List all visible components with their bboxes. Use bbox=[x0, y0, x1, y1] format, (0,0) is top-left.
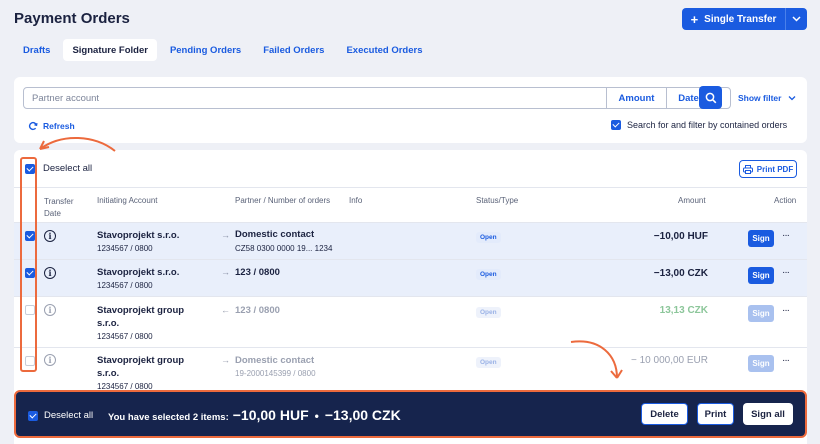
search-button[interactable] bbox=[699, 86, 722, 109]
refresh-icon bbox=[28, 121, 38, 131]
bottom-select-all-checkbox[interactable] bbox=[28, 410, 38, 421]
deselect-all-label: Deselect all bbox=[43, 163, 93, 174]
column-transfer-date: Transfer Date bbox=[44, 197, 74, 218]
sign-button[interactable]: Sign bbox=[748, 230, 774, 247]
refresh-label: Refresh bbox=[43, 121, 75, 131]
select-all-checkbox[interactable] bbox=[25, 163, 35, 174]
info-icon[interactable]: i bbox=[44, 304, 56, 316]
tab-drafts[interactable]: Drafts bbox=[14, 39, 59, 61]
partner-name: Domestic contact bbox=[235, 229, 315, 240]
refresh-button[interactable]: Refresh bbox=[28, 121, 75, 131]
column-partner: Partner / Number of orders bbox=[235, 196, 331, 205]
row-amount: −10,00 HUF bbox=[653, 231, 708, 242]
partner-name: 123 / 0800 bbox=[235, 305, 280, 316]
single-transfer-main[interactable]: + Single Transfer bbox=[682, 8, 785, 30]
table-row[interactable]: i Stavoprojekt s.r.o. 1234567 / 0800 → 1… bbox=[14, 260, 807, 297]
initiating-account-number: 1234567 / 0800 bbox=[97, 281, 153, 290]
info-icon[interactable]: i bbox=[44, 230, 56, 242]
tab-executed-orders[interactable]: Executed Orders bbox=[337, 39, 431, 61]
column-amount: Amount bbox=[678, 196, 706, 205]
more-options-icon[interactable]: ··· bbox=[782, 267, 790, 278]
bottom-deselect-all-label: Deselect all bbox=[44, 410, 94, 421]
arrow-right-icon: → bbox=[221, 267, 230, 277]
more-options-icon[interactable]: ··· bbox=[782, 355, 790, 366]
sign-button[interactable]: Sign bbox=[748, 267, 774, 284]
initiating-account-name: Stavoprojekt s.r.o. bbox=[97, 230, 180, 241]
tab-failed-orders[interactable]: Failed Orders bbox=[254, 39, 333, 61]
partner-name: Domestic contact bbox=[235, 355, 315, 366]
sign-button[interactable]: Sign bbox=[748, 305, 774, 322]
row-amount: − 10 000,00 EUR bbox=[631, 355, 708, 366]
initiating-account-name: Stavoprojekt group s.r.o. bbox=[97, 305, 185, 329]
print-pdf-label: Print PDF bbox=[756, 164, 794, 174]
filter-card: Amount Date Show filter Refresh Search f… bbox=[14, 77, 807, 143]
tab-pending-orders[interactable]: Pending Orders bbox=[161, 39, 250, 61]
chevron-down-icon bbox=[788, 96, 796, 101]
status-badge: Open bbox=[476, 357, 501, 368]
chevron-down-icon[interactable] bbox=[785, 8, 807, 30]
status-badge: Open bbox=[476, 307, 501, 318]
partner-name: 123 / 0800 bbox=[235, 267, 280, 278]
row-checkbox[interactable] bbox=[25, 356, 35, 366]
initiating-account-name: Stavoprojekt s.r.o. bbox=[97, 267, 180, 278]
initiating-account-number: 1234567 / 0800 bbox=[97, 332, 153, 341]
column-info: Info bbox=[349, 196, 363, 205]
status-badge: Open bbox=[476, 269, 501, 280]
selection-summary: You have selected 2 items: −10,00 HUF • … bbox=[108, 407, 401, 423]
info-icon[interactable]: i bbox=[44, 354, 56, 366]
selected-total-czk: −13,00 CZK bbox=[324, 407, 401, 423]
initiating-account-name: Stavoprojekt group s.r.o. bbox=[97, 355, 185, 379]
row-amount: −13,00 CZK bbox=[653, 268, 708, 279]
column-initiating-account: Initiating Account bbox=[97, 196, 158, 205]
contained-orders-option[interactable]: Search for and filter by contained order… bbox=[611, 120, 787, 130]
delete-button[interactable]: Delete bbox=[641, 403, 688, 425]
row-checkbox[interactable] bbox=[25, 268, 35, 278]
plus-icon: + bbox=[690, 11, 699, 27]
selected-count-text: You have selected 2 items: bbox=[108, 412, 229, 423]
tab-signature-folder[interactable]: Signature Folder bbox=[63, 39, 157, 61]
arrow-right-icon: → bbox=[221, 355, 230, 365]
bottom-deselect-all[interactable]: Deselect all bbox=[28, 410, 93, 421]
partner-number: CZ58 0300 0000 19... 1234 bbox=[235, 244, 333, 253]
show-filter-label: Show filter bbox=[738, 93, 782, 103]
search-bar: Amount Date bbox=[23, 87, 731, 109]
selected-total-huf: −10,00 HUF bbox=[232, 407, 309, 423]
amount-filter-button[interactable]: Amount bbox=[606, 88, 666, 108]
print-pdf-button[interactable]: Print PDF bbox=[739, 160, 797, 178]
column-status: Status/Type bbox=[476, 196, 519, 205]
print-button[interactable]: Print bbox=[697, 403, 734, 425]
page-title: Payment Orders bbox=[14, 10, 130, 27]
column-action: Action bbox=[774, 196, 797, 205]
more-options-icon[interactable]: ··· bbox=[782, 305, 790, 316]
contained-orders-checkbox[interactable] bbox=[611, 120, 621, 130]
status-badge: Open bbox=[476, 232, 501, 243]
table-header: Transfer Date Initiating Account Partner… bbox=[14, 187, 807, 223]
row-amount: 13,13 CZK bbox=[659, 305, 708, 316]
table-row[interactable]: i Stavoprojekt s.r.o. 1234567 / 0800 → D… bbox=[14, 223, 807, 260]
arrow-right-icon: → bbox=[221, 230, 230, 240]
contained-orders-label: Search for and filter by contained order… bbox=[627, 120, 788, 130]
partner-account-input[interactable] bbox=[24, 88, 606, 108]
initiating-account-number: 1234567 / 0800 bbox=[97, 244, 153, 253]
selection-action-bar: Deselect all You have selected 2 items: … bbox=[14, 390, 807, 438]
single-transfer-button[interactable]: + Single Transfer bbox=[682, 8, 807, 30]
table-row[interactable]: i Stavoprojekt group s.r.o. 1234567 / 08… bbox=[14, 297, 807, 348]
sign-button[interactable]: Sign bbox=[748, 355, 774, 372]
deselect-all-option[interactable]: Deselect all bbox=[25, 163, 92, 174]
partner-number: 19-2000145399 / 0800 bbox=[235, 369, 316, 378]
search-icon bbox=[705, 92, 716, 103]
row-checkbox[interactable] bbox=[25, 231, 35, 241]
tabs: Drafts Signature Folder Pending Orders F… bbox=[14, 39, 436, 61]
single-transfer-label: Single Transfer bbox=[704, 13, 777, 25]
printer-icon bbox=[742, 164, 753, 174]
total-separator: • bbox=[314, 409, 319, 423]
info-icon[interactable]: i bbox=[44, 267, 56, 279]
sign-all-button[interactable]: Sign all bbox=[743, 403, 793, 425]
show-filter-button[interactable]: Show filter bbox=[738, 93, 796, 103]
more-options-icon[interactable]: ··· bbox=[782, 230, 790, 241]
arrow-left-icon: ← bbox=[221, 305, 230, 315]
row-checkbox[interactable] bbox=[25, 305, 35, 315]
